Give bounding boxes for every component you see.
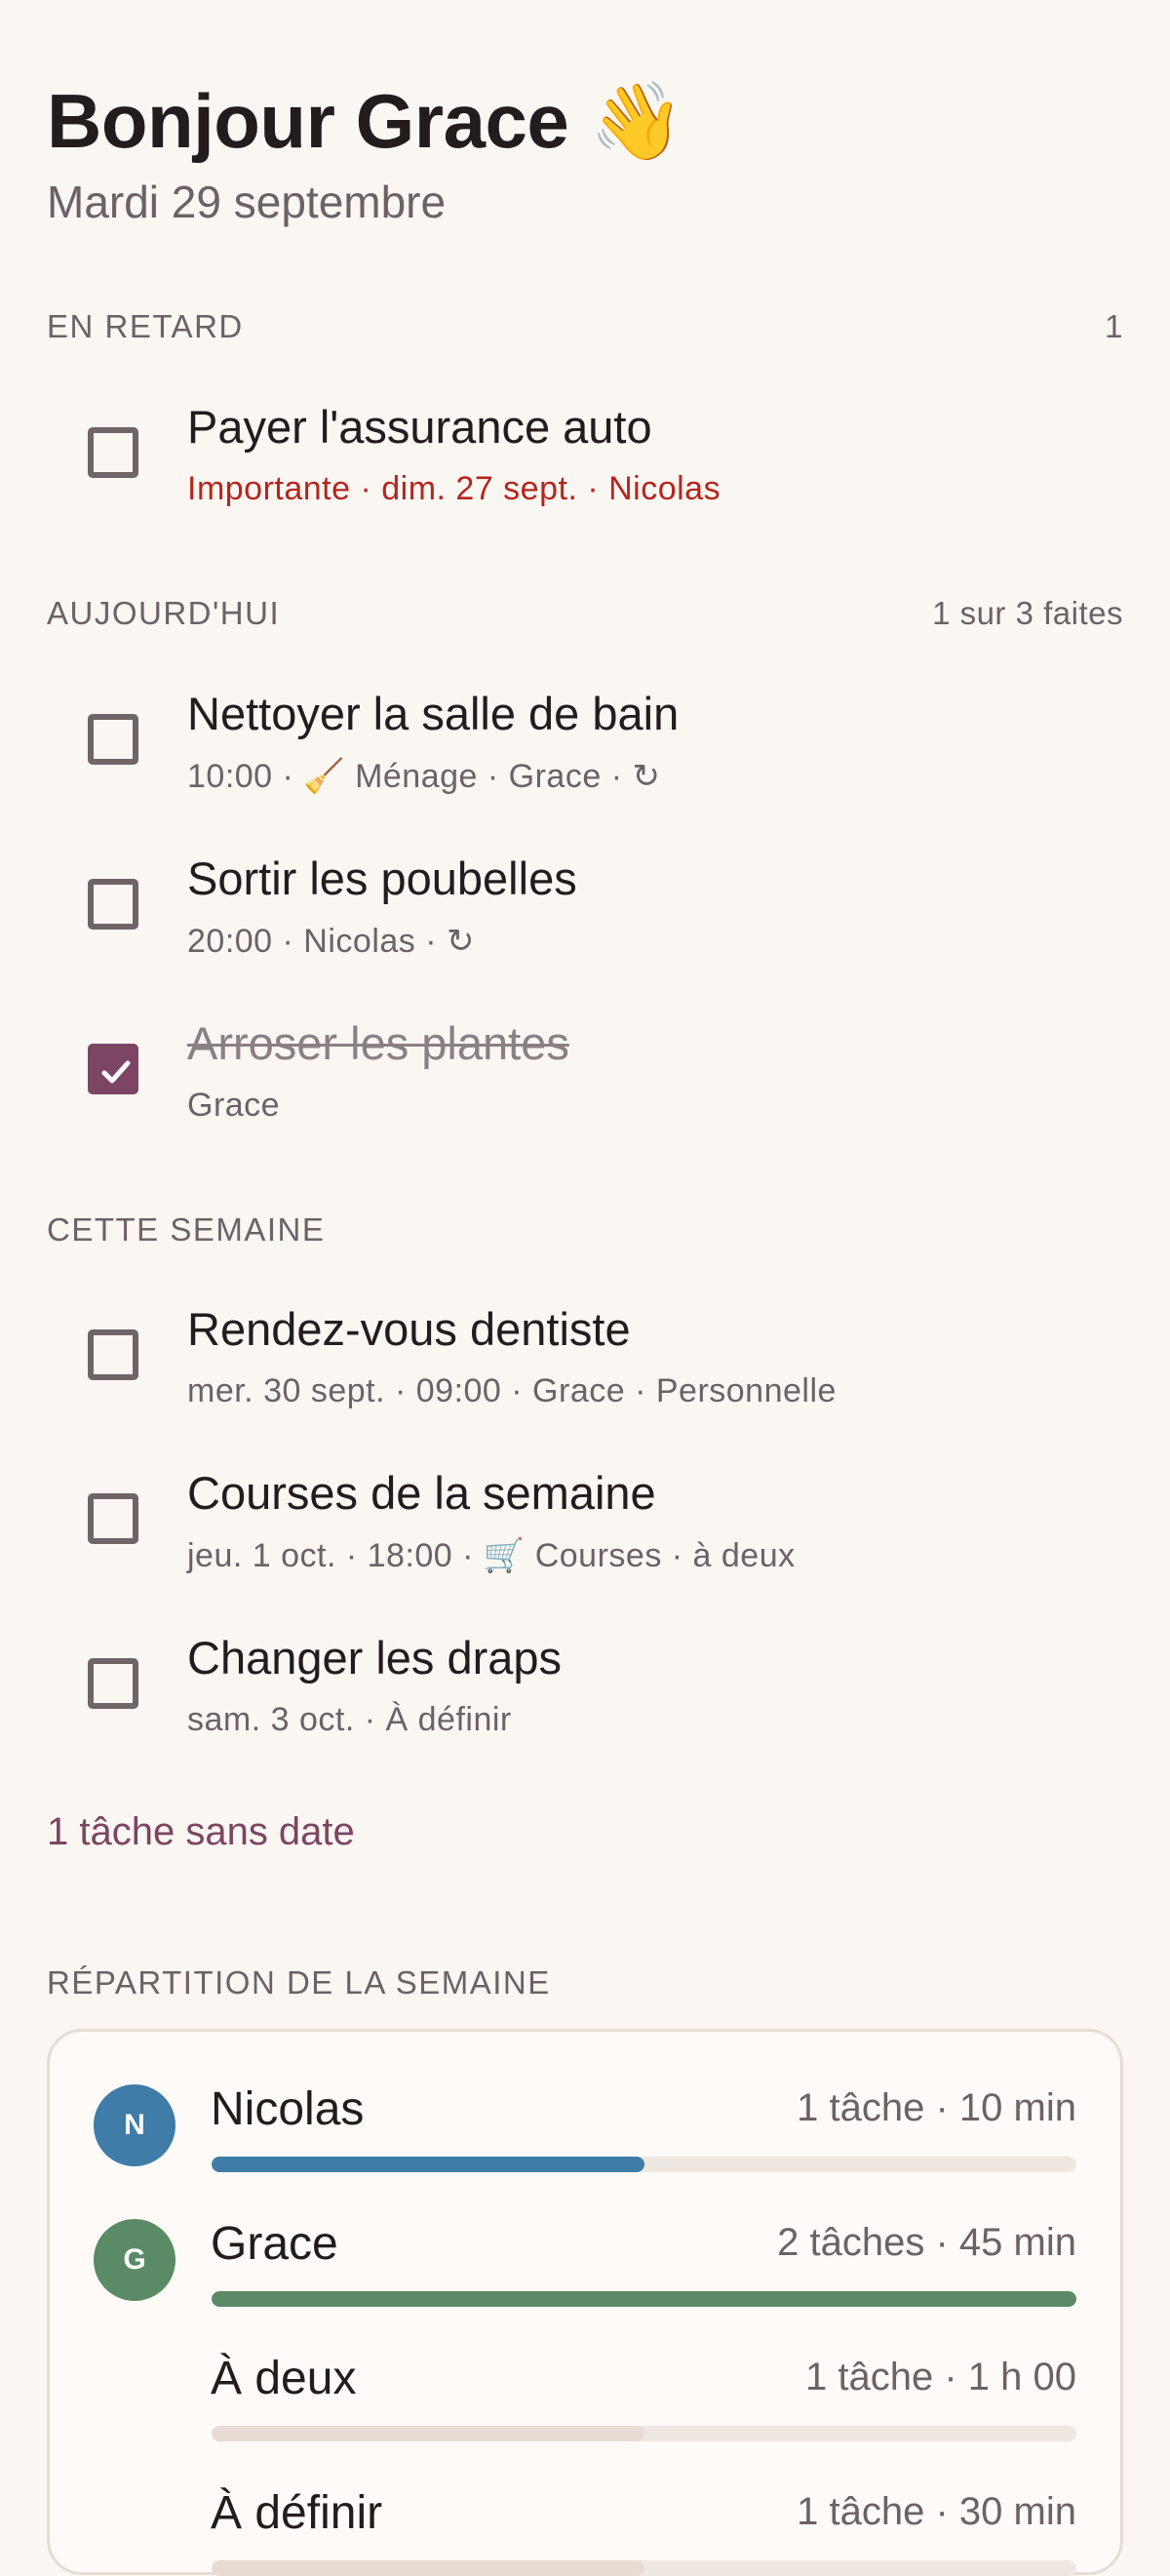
task-row[interactable]: Courses de la semaine jeu. 1 oct. · 18:0… — [0, 1466, 1170, 1593]
section-count: 1 — [1105, 308, 1123, 344]
task-title: Arroser les plantes — [187, 1017, 569, 1069]
section-progress: 1 sur 3 faites — [932, 595, 1123, 631]
person-stats: 2 tâches · 45 min — [777, 2221, 1076, 2264]
undated-tasks-link[interactable]: 1 tâche sans date — [47, 1810, 355, 1854]
task-checkbox[interactable] — [88, 1658, 138, 1709]
person-name: Nicolas — [211, 2083, 365, 2135]
task-row-completed[interactable]: Arroser les plantes Grace — [0, 1016, 1170, 1143]
task-checkbox[interactable] — [88, 427, 138, 478]
distribution-row-unassigned: À définir 1 tâche · 30 min — [50, 2436, 1120, 2576]
task-meta: Importante · dim. 27 sept. · Nicolas — [187, 470, 722, 507]
task-row[interactable]: Changer les draps sam. 3 oct. · À défini… — [0, 1631, 1170, 1758]
section-week-header: CETTE SEMAINE — [47, 1211, 1123, 1248]
workload-bar-fill — [212, 2560, 644, 2576]
section-title: RÉPARTITION DE LA SEMAINE — [47, 1964, 551, 2001]
avatar: G — [94, 2219, 176, 2301]
greeting-title: Bonjour Grace 👋 — [47, 78, 684, 164]
task-meta: 20:00 · Nicolas · ↻ — [187, 923, 475, 960]
section-overdue-header: EN RETARD 1 — [47, 308, 1123, 345]
section-today-header: AUJOURD'HUI 1 sur 3 faites — [47, 595, 1123, 632]
task-row[interactable]: Sortir les poubelles 20:00 · Nicolas · ↻ — [0, 852, 1170, 978]
task-meta: sam. 3 oct. · À définir — [187, 1701, 512, 1738]
header: Bonjour Grace 👋 Mardi 29 septembre — [47, 70, 1123, 228]
task-checkbox[interactable] — [88, 879, 138, 930]
person-stats: 1 tâche · 10 min — [797, 2086, 1076, 2129]
task-meta: 10:00 · 🧹 Ménage · Grace · ↻ — [187, 758, 661, 795]
section-title: CETTE SEMAINE — [47, 1211, 326, 1248]
person-name: À définir — [211, 2487, 383, 2539]
section-title: EN RETARD — [47, 308, 244, 344]
section-title: AUJOURD'HUI — [47, 595, 281, 631]
task-title: Changer les draps — [187, 1632, 563, 1684]
person-name: Grace — [211, 2218, 338, 2270]
workload-bar — [212, 2560, 1076, 2576]
task-title: Nettoyer la salle de bain — [187, 688, 680, 739]
distribution-row-together: À deux 1 tâche · 1 h 00 — [50, 2301, 1120, 2441]
task-meta: mer. 30 sept. · 09:00 · Grace · Personne… — [187, 1372, 837, 1409]
distribution-row-nicolas: N Nicolas 1 tâche · 10 min — [50, 2032, 1120, 2172]
task-row[interactable]: Payer l'assurance auto Importante · dim.… — [0, 400, 1170, 527]
avatar: N — [94, 2084, 176, 2166]
task-checkbox[interactable] — [88, 714, 138, 765]
task-title: Courses de la semaine — [187, 1467, 656, 1519]
person-name: À deux — [211, 2353, 357, 2404]
person-stats: 1 tâche · 1 h 00 — [805, 2356, 1076, 2398]
current-date: Mardi 29 septembre — [47, 177, 447, 227]
task-checkbox-checked[interactable] — [88, 1044, 138, 1094]
task-row[interactable]: Nettoyer la salle de bain 10:00 · 🧹 Ména… — [0, 687, 1170, 813]
distribution-row-grace: G Grace 2 tâches · 45 min — [50, 2166, 1120, 2307]
section-distribution-header: RÉPARTITION DE LA SEMAINE — [47, 1964, 1123, 2001]
distribution-card: N Nicolas 1 tâche · 10 min G Grace 2 tâc… — [47, 2029, 1123, 2576]
task-title: Sortir les poubelles — [187, 852, 577, 904]
task-meta: jeu. 1 oct. · 18:00 · 🛒 Courses · à deux — [187, 1537, 796, 1574]
task-row[interactable]: Rendez-vous dentiste mer. 30 sept. · 09:… — [0, 1302, 1170, 1429]
task-title: Payer l'assurance auto — [187, 401, 652, 453]
task-checkbox[interactable] — [88, 1329, 138, 1380]
task-checkbox[interactable] — [88, 1493, 138, 1544]
checkmark-icon — [101, 1060, 131, 1084]
task-title: Rendez-vous dentiste — [187, 1303, 631, 1355]
task-meta: Grace — [187, 1087, 281, 1124]
person-stats: 1 tâche · 30 min — [797, 2490, 1076, 2533]
